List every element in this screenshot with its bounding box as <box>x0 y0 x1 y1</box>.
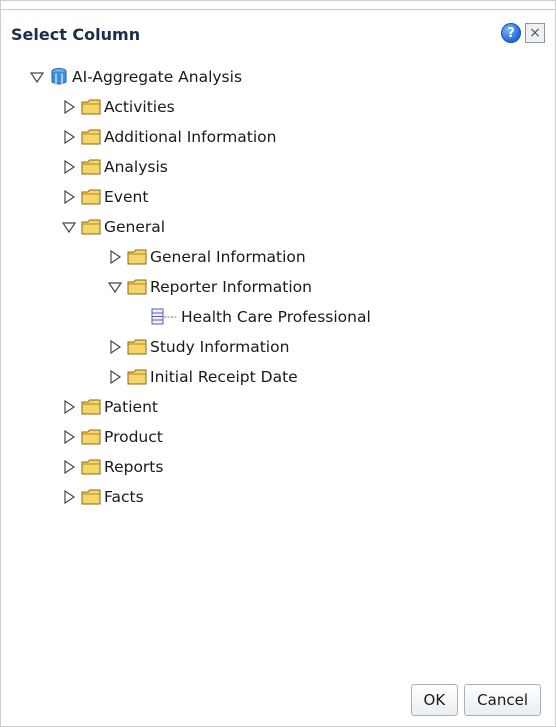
folder-icon <box>127 249 147 265</box>
tree-item-analysis[interactable]: Analysis <box>61 155 168 179</box>
tree-root-label: AI-Aggregate Analysis <box>72 68 243 86</box>
tree-root[interactable]: AI-Aggregate Analysis <box>29 65 242 89</box>
cube-icon <box>49 67 69 87</box>
tree-item-label: Reporter Information <box>150 278 312 296</box>
folder-icon <box>81 459 101 475</box>
tree-item-general[interactable]: General <box>61 215 165 239</box>
tree-item-additional-information[interactable]: Additional Information <box>61 125 276 149</box>
folder-icon <box>81 129 101 145</box>
column-icon <box>151 308 179 326</box>
collapsed-triangle-icon[interactable] <box>61 129 77 145</box>
collapsed-triangle-icon[interactable] <box>61 399 77 415</box>
tree-item-label: General <box>104 218 166 236</box>
collapsed-triangle-icon[interactable] <box>61 459 77 475</box>
folder-icon <box>81 99 101 115</box>
tree-item-general-information[interactable]: General Information <box>107 245 306 269</box>
tree-item-label: Event <box>104 188 149 206</box>
expanded-triangle-icon[interactable] <box>61 219 77 235</box>
folder-icon <box>81 159 101 175</box>
folder-icon <box>81 489 101 505</box>
tree-item-initial-receipt-date[interactable]: Initial Receipt Date <box>107 365 298 389</box>
select-column-dialog: Select Column ? × AI-Aggregate Analysis <box>0 0 556 727</box>
tree-item-label: Analysis <box>104 158 168 176</box>
tree-item-event[interactable]: Event <box>61 185 148 209</box>
collapsed-triangle-icon[interactable] <box>61 159 77 175</box>
expanded-triangle-icon[interactable] <box>29 69 45 85</box>
folder-icon <box>81 189 101 205</box>
folder-icon <box>127 339 147 355</box>
tree-item-label: Facts <box>104 488 144 506</box>
folder-icon <box>127 279 147 295</box>
tree-item-facts[interactable]: Facts <box>61 485 144 509</box>
header-icons: ? × <box>501 23 545 43</box>
close-icon[interactable]: × <box>525 23 545 43</box>
dialog-title: Select Column <box>11 25 141 44</box>
tree-item-reports[interactable]: Reports <box>61 455 163 479</box>
tree-item-health-care-professional[interactable]: Health Care Professional <box>151 305 371 329</box>
folder-icon <box>81 399 101 415</box>
tree-item-study-information[interactable]: Study Information <box>107 335 289 359</box>
collapsed-triangle-icon[interactable] <box>61 489 77 505</box>
folder-icon <box>127 369 147 385</box>
folder-icon <box>81 219 101 235</box>
cancel-button[interactable]: Cancel <box>464 684 541 716</box>
tree-item-label: Health Care Professional <box>181 308 371 326</box>
help-icon[interactable]: ? <box>501 23 521 43</box>
collapsed-triangle-icon[interactable] <box>107 339 123 355</box>
tree-item-label: Product <box>104 428 163 446</box>
expanded-triangle-icon[interactable] <box>107 279 123 295</box>
ok-button[interactable]: OK <box>410 684 459 716</box>
tree-item-label: Patient <box>104 398 158 416</box>
collapsed-triangle-icon[interactable] <box>61 99 77 115</box>
tree-item-label: Study Information <box>150 338 290 356</box>
tree-item-label: Reports <box>104 458 164 476</box>
tree-item-label: Additional Information <box>104 128 277 146</box>
tree-item-label: General Information <box>150 248 306 266</box>
tree-item-patient[interactable]: Patient <box>61 395 158 419</box>
tree-item-label: Initial Receipt Date <box>150 368 298 386</box>
tree-item-label: Activities <box>104 98 175 116</box>
dialog-footer: OK Cancel <box>410 684 541 716</box>
collapsed-triangle-icon[interactable] <box>107 369 123 385</box>
top-divider <box>1 9 555 10</box>
collapsed-triangle-icon[interactable] <box>61 429 77 445</box>
tree-item-reporter-information[interactable]: Reporter Information <box>107 275 312 299</box>
collapsed-triangle-icon[interactable] <box>61 189 77 205</box>
folder-icon <box>81 429 101 445</box>
collapsed-triangle-icon[interactable] <box>107 249 123 265</box>
tree-item-activities[interactable]: Activities <box>61 95 175 119</box>
tree-item-product[interactable]: Product <box>61 425 163 449</box>
